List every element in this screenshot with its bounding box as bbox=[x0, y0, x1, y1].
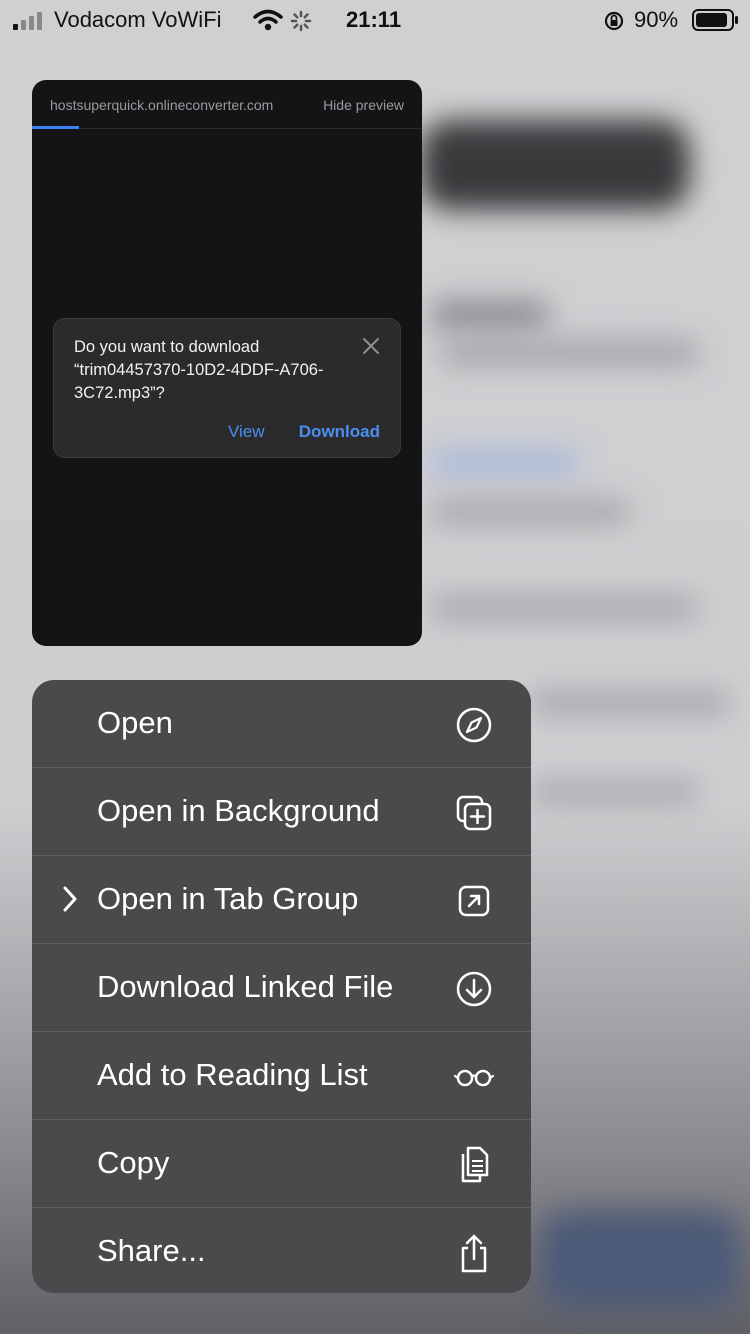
arrow-square-icon bbox=[458, 885, 490, 917]
blurred-shape bbox=[530, 690, 730, 716]
menu-item-share[interactable]: Share... bbox=[32, 1208, 531, 1293]
blurred-shape bbox=[530, 780, 700, 804]
share-icon bbox=[461, 1234, 487, 1273]
download-dialog: Do you want to download “trim04457370-10… bbox=[53, 318, 401, 458]
battery-percent: 90% bbox=[634, 7, 679, 32]
blurred-shape bbox=[430, 595, 700, 621]
wifi-icon bbox=[253, 9, 283, 31]
close-icon[interactable] bbox=[362, 337, 380, 355]
blurred-shape bbox=[430, 300, 550, 330]
chevron-right-icon bbox=[63, 886, 77, 912]
blurred-shape bbox=[430, 450, 580, 476]
blurred-shape bbox=[440, 340, 700, 366]
copy-icon bbox=[461, 1146, 489, 1183]
menu-item-label: Copy bbox=[97, 1145, 170, 1180]
blurred-shape bbox=[420, 120, 690, 210]
menu-item-label: Open in Tab Group bbox=[97, 881, 359, 916]
menu-item-download-linked-file[interactable]: Download Linked File bbox=[32, 944, 531, 1032]
loading-progress-bar bbox=[32, 126, 79, 129]
download-circle-icon bbox=[456, 971, 492, 1007]
download-button[interactable]: Download bbox=[299, 422, 380, 442]
menu-item-open-in-background[interactable]: Open in Background bbox=[32, 768, 531, 856]
menu-item-label: Download Linked File bbox=[97, 969, 394, 1004]
preview-url: hostsuperquick.onlineconverter.com bbox=[50, 97, 274, 113]
blurred-shape bbox=[540, 1210, 740, 1310]
menu-item-open[interactable]: Open bbox=[32, 680, 531, 768]
blurred-shape bbox=[430, 500, 630, 524]
link-preview[interactable]: hostsuperquick.onlineconverter.com Hide … bbox=[32, 80, 422, 646]
menu-item-label: Share... bbox=[97, 1233, 206, 1268]
signal-icon bbox=[13, 12, 42, 30]
plus-square-icon bbox=[456, 795, 492, 831]
hide-preview-button[interactable]: Hide preview bbox=[323, 97, 404, 113]
rotation-lock-icon bbox=[604, 11, 624, 31]
loading-spinner-icon bbox=[290, 10, 312, 32]
compass-icon bbox=[456, 707, 492, 743]
menu-item-open-in-tab-group[interactable]: Open in Tab Group bbox=[32, 856, 531, 944]
context-menu: Open Open in Background Open in Tab Grou… bbox=[32, 680, 531, 1293]
battery-icon bbox=[692, 9, 738, 31]
menu-item-add-to-reading-list[interactable]: Add to Reading List bbox=[32, 1032, 531, 1120]
menu-item-copy[interactable]: Copy bbox=[32, 1120, 531, 1208]
menu-item-label: Open bbox=[97, 705, 173, 740]
clock: 21:11 bbox=[346, 7, 402, 32]
download-message: Do you want to download “trim04457370-10… bbox=[74, 338, 324, 402]
menu-item-label: Open in Background bbox=[97, 793, 380, 828]
menu-item-label: Add to Reading List bbox=[97, 1057, 368, 1092]
preview-header: hostsuperquick.onlineconverter.com Hide … bbox=[32, 80, 422, 129]
carrier-name: Vodacom VoWiFi bbox=[54, 7, 222, 32]
glasses-icon bbox=[453, 1069, 495, 1087]
view-button[interactable]: View bbox=[228, 422, 265, 442]
status-bar: Vodacom VoWiFi 21:11 90% bbox=[0, 0, 750, 44]
